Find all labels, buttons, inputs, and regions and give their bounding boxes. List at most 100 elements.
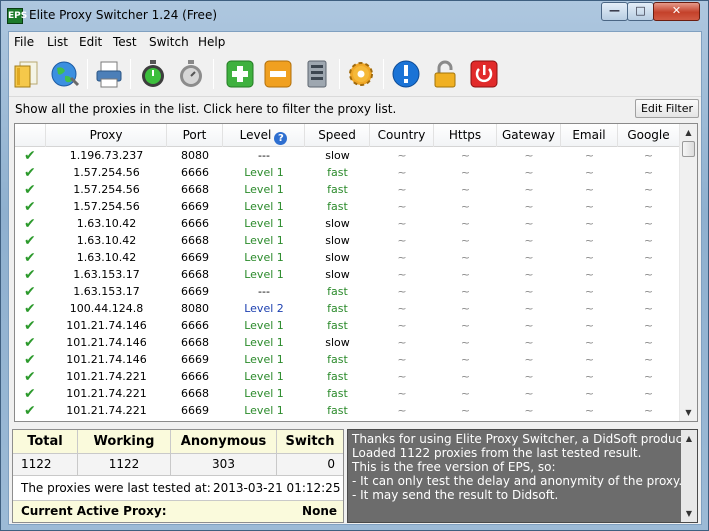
cell-port: 6666 (181, 370, 209, 383)
cell-level: Level 1 (244, 217, 284, 230)
cell-gateway: ~ (524, 319, 534, 332)
menu-edit[interactable]: Edit (79, 35, 102, 49)
help-icon[interactable]: ? (274, 132, 288, 145)
table-row[interactable]: ✔ 101.21.74.221 6668 Level 1 fast ~ ~ ~ ~ ~ (15, 386, 679, 403)
menu-list[interactable]: List (47, 35, 68, 49)
minimize-button[interactable]: — (601, 2, 628, 21)
table-row[interactable]: ✔ 101.21.74.221 6669 Level 1 fast ~ ~ ~ ~ ~ (15, 403, 679, 420)
cell-email: ~ (584, 234, 595, 247)
app-icon[interactable]: EPS (7, 8, 27, 24)
printer-icon[interactable] (93, 58, 125, 90)
stopwatch-gray-icon[interactable] (175, 58, 207, 90)
column-header-google[interactable]: Google (618, 124, 679, 147)
close-button[interactable]: ✕ (653, 2, 700, 21)
cell-level: Level 1 (244, 319, 284, 332)
column-header-status[interactable] (15, 124, 46, 147)
table-row[interactable]: ✔ 1.57.254.56 6666 Level 1 fast ~ ~ ~ ~ ~ (15, 165, 679, 182)
check-icon: ✔ (24, 165, 36, 181)
log-scrollbar[interactable]: ▲ ▼ (681, 430, 697, 522)
cell-email: ~ (584, 336, 595, 349)
globe-icon[interactable] (49, 58, 81, 90)
cell-speed: fast (327, 404, 348, 417)
column-header-proxy[interactable]: Proxy (46, 124, 167, 147)
scroll-up-icon[interactable]: ▲ (680, 124, 697, 141)
menu-switch[interactable]: Switch (149, 35, 189, 49)
title-bar[interactable]: EPS Elite Proxy Switcher 1.24 (Free) — □… (1, 1, 708, 31)
cell-port: 8080 (181, 302, 209, 315)
table-row[interactable]: ✔ 1.63.153.17 6668 Level 1 slow ~ ~ ~ ~ ~ (15, 267, 679, 284)
column-header-country[interactable]: Country (370, 124, 434, 147)
cell-email: ~ (584, 404, 595, 417)
stopwatch-green-icon[interactable] (137, 58, 169, 90)
check-icon: ✔ (24, 199, 36, 215)
filter-link[interactable]: Show all the proxies in the list. Click … (15, 102, 396, 116)
table-row[interactable]: ✔ 101.21.74.146 6668 Level 1 slow ~ ~ ~ ~ ~ (15, 335, 679, 352)
cell-email: ~ (584, 251, 595, 264)
column-header-https[interactable]: Https (434, 124, 497, 147)
scroll-thumb[interactable] (682, 141, 695, 157)
cell-google: ~ (643, 370, 654, 383)
table-row[interactable]: ✔ 1.196.73.237 8080 --- slow ~ ~ ~ ~ ~ (15, 148, 679, 165)
column-header-level[interactable]: Level? (223, 124, 305, 147)
cell-https: ~ (460, 353, 471, 366)
table-row[interactable]: ✔ 1.63.10.42 6669 Level 1 slow ~ ~ ~ ~ ~ (15, 250, 679, 267)
server-icon[interactable] (301, 58, 333, 90)
table-row[interactable]: ✔ 101.21.74.146 6669 Level 1 fast ~ ~ ~ ~ ~ (15, 352, 679, 369)
open-file-icon[interactable] (12, 58, 44, 90)
table-row[interactable]: ✔ 101.21.74.221 6666 Level 1 fast ~ ~ ~ ~ ~ (15, 369, 679, 386)
cell-speed: fast (327, 166, 348, 179)
cell-gateway: ~ (524, 217, 534, 230)
table-row[interactable]: ✔ 101.21.74.146 6666 Level 1 fast ~ ~ ~ ~ ~ (15, 318, 679, 335)
client-area: File List Edit Test Switch Help Show all… (8, 31, 702, 525)
cell-proxy: 1.63.153.17 (73, 268, 140, 281)
column-header-email[interactable]: Email (561, 124, 618, 147)
log-panel[interactable]: Thanks for using Elite Proxy Switcher, a… (347, 429, 698, 523)
menu-file[interactable]: File (14, 35, 34, 49)
cell-speed: fast (327, 285, 348, 298)
table-row[interactable]: ✔ 1.57.254.56 6669 Level 1 fast ~ ~ ~ ~ ~ (15, 199, 679, 216)
cell-country: ~ (397, 302, 407, 315)
maximize-button[interactable]: □ (627, 2, 654, 21)
scroll-down-icon[interactable]: ▼ (681, 505, 697, 522)
check-icon: ✔ (24, 301, 36, 317)
cell-email: ~ (584, 183, 595, 196)
table-row[interactable]: ✔ 1.63.10.42 6666 Level 1 slow ~ ~ ~ ~ ~ (15, 216, 679, 233)
power-icon[interactable] (468, 58, 500, 90)
cell-level: Level 1 (244, 251, 284, 264)
cell-google: ~ (643, 404, 654, 417)
stats-switch: 0 (327, 457, 335, 471)
column-header-speed[interactable]: Speed (305, 124, 370, 147)
add-icon[interactable] (224, 58, 256, 90)
table-row[interactable]: ✔ 1.57.254.56 6668 Level 1 fast ~ ~ ~ ~ ~ (15, 182, 679, 199)
cell-country: ~ (397, 183, 407, 196)
settings-gear-icon[interactable] (345, 58, 377, 90)
scroll-down-icon[interactable]: ▼ (680, 404, 697, 421)
menu-help[interactable]: Help (198, 35, 225, 49)
edit-filter-button[interactable]: Edit Filter (635, 99, 699, 118)
cell-google: ~ (643, 234, 654, 247)
cell-email: ~ (584, 302, 595, 315)
lock-icon[interactable] (429, 58, 461, 90)
scroll-up-icon[interactable]: ▲ (681, 430, 697, 447)
cell-google: ~ (643, 302, 654, 315)
cell-proxy: 101.21.74.146 (66, 319, 147, 332)
cell-https: ~ (460, 387, 471, 400)
menu-bar: File List Edit Test Switch Help (9, 32, 701, 52)
list-scrollbar[interactable]: ▲ ▼ (679, 124, 697, 421)
cell-speed: slow (325, 149, 350, 162)
column-header-port[interactable]: Port (167, 124, 223, 147)
cell-country: ~ (397, 387, 407, 400)
table-row[interactable]: ✔ 100.44.124.8 8080 Level 2 fast ~ ~ ~ ~ ~ (15, 301, 679, 318)
info-icon[interactable] (390, 58, 422, 90)
table-row[interactable]: ✔ 1.63.153.17 6669 --- fast ~ ~ ~ ~ ~ (15, 284, 679, 301)
cell-port: 6669 (181, 353, 209, 366)
proxy-list[interactable]: Proxy Port Level? Speed Country Https Ga… (14, 123, 698, 422)
menu-test[interactable]: Test (113, 35, 137, 49)
cell-port: 6669 (181, 285, 209, 298)
toolbar-separator (130, 59, 131, 89)
remove-icon[interactable] (262, 58, 294, 90)
cell-email: ~ (584, 387, 595, 400)
column-header-level-label: Level (239, 128, 272, 142)
table-row[interactable]: ✔ 1.63.10.42 6668 Level 1 slow ~ ~ ~ ~ ~ (15, 233, 679, 250)
column-header-gateway[interactable]: Gateway (497, 124, 561, 147)
